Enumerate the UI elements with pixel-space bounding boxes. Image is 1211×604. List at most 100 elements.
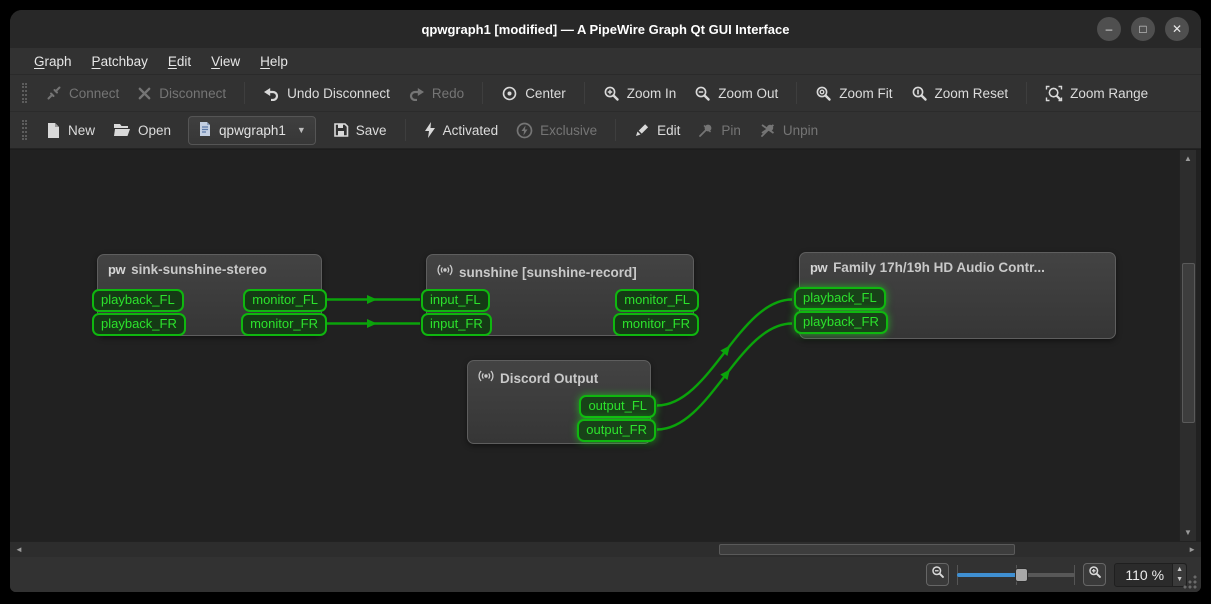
toolbar-separator [244, 82, 246, 104]
edit-pencil-icon [634, 122, 650, 138]
center-icon [501, 85, 518, 102]
zoom-spinbox[interactable]: 110 % ▲ ▼ [1114, 562, 1187, 587]
toolbar-separator [583, 82, 585, 104]
patchbay-file-icon [198, 121, 212, 140]
zoom-in-icon [603, 85, 620, 102]
minimize-button[interactable]: – [1097, 17, 1121, 41]
port-playback_FR[interactable]: playback_FR [92, 313, 186, 336]
port-monitor_FL[interactable]: monitor_FL [615, 289, 699, 312]
toolbar-drag-handle[interactable] [22, 83, 27, 103]
center-button[interactable]: Center [492, 80, 575, 107]
zoom-out-button[interactable]: Zoom Out [685, 80, 787, 107]
connection-arrow-icon [367, 295, 377, 304]
zoom-slider[interactable] [957, 564, 1076, 585]
resize-grip[interactable] [1183, 575, 1197, 589]
save-button[interactable]: Save [324, 117, 396, 143]
zoom-reset-icon [911, 85, 928, 102]
port-monitor_FR[interactable]: monitor_FR [613, 313, 699, 336]
disconnect-button[interactable]: Disconnect [128, 81, 235, 106]
port-playback_FL[interactable]: playback_FL [92, 289, 184, 312]
scroll-down-icon[interactable]: ▼ [1180, 528, 1196, 537]
port-playback_FR[interactable]: playback_FR [794, 311, 888, 334]
exclusive-bolt-icon [516, 122, 533, 139]
patchbay-select[interactable]: qpwgraph1 ▼ [188, 115, 316, 145]
scroll-left-icon[interactable]: ◄ [15, 545, 23, 554]
toolbar-separator [1026, 82, 1028, 104]
unpin-icon [759, 122, 776, 138]
toolbar-separator [482, 82, 484, 104]
open-folder-icon [113, 122, 131, 138]
app-window: qpwgraph1 [modified] — A PipeWire Graph … [10, 10, 1201, 592]
zoom-fit-icon [815, 85, 832, 102]
menu-graph[interactable]: Graph [24, 51, 82, 72]
menu-view[interactable]: View [201, 51, 250, 72]
undo-icon [263, 85, 280, 101]
minimize-icon: – [1105, 22, 1113, 36]
port-monitor_FL[interactable]: monitor_FL [243, 289, 327, 312]
zoom-slider-fill [957, 572, 1022, 577]
vertical-scrollbar[interactable]: ▲ ▼ [1179, 150, 1196, 541]
port-output_FL[interactable]: output_FL [579, 395, 656, 418]
port-input_FL[interactable]: input_FL [421, 289, 490, 312]
toolbar-separator [404, 119, 406, 141]
graph-canvas-area: pw sink-sunshine-stereo playback_FL playbac… [10, 149, 1201, 541]
connections-layer [325, 295, 793, 431]
maximize-button[interactable]: □ [1131, 17, 1155, 41]
graph-toolbar: Connect Disconnect Undo Disconnect Redo … [10, 75, 1201, 112]
statusbar-zoom-out-button[interactable] [926, 563, 950, 586]
zoom-slider-handle[interactable] [1015, 567, 1029, 582]
zoom-in-button[interactable]: Zoom In [594, 80, 686, 107]
scroll-right-icon[interactable]: ► [1188, 545, 1196, 554]
pin-icon [698, 122, 714, 138]
zoom-reset-button[interactable]: Zoom Reset [902, 80, 1018, 107]
statusbar-zoom-in-button[interactable] [1083, 563, 1107, 586]
menu-bar: Graph Patchbay Edit View Help [10, 48, 1201, 75]
new-file-icon [46, 122, 61, 139]
status-bar: 110 % ▲ ▼ [10, 557, 1201, 592]
maximize-icon: □ [1139, 22, 1147, 36]
zoom-in-icon [1088, 565, 1102, 584]
connect-icon [46, 85, 62, 101]
pin-button[interactable]: Pin [689, 117, 750, 143]
menu-help[interactable]: Help [250, 51, 298, 72]
menu-patchbay[interactable]: Patchbay [82, 51, 158, 72]
new-button[interactable]: New [37, 117, 104, 144]
edit-button[interactable]: Edit [625, 117, 689, 143]
zoom-fit-button[interactable]: Zoom Fit [806, 80, 901, 107]
save-icon [333, 122, 349, 138]
undo-disconnect-button[interactable]: Undo Disconnect [254, 80, 399, 106]
horizontal-scrollbar[interactable]: ◄ ► [10, 541, 1201, 557]
unpin-button[interactable]: Unpin [750, 117, 827, 143]
zoom-range-button[interactable]: Zoom Range [1036, 80, 1157, 107]
open-button[interactable]: Open [104, 117, 180, 143]
port-playback_FL[interactable]: playback_FL [794, 287, 886, 310]
zoom-range-icon [1045, 85, 1063, 102]
zoom-value: 110 % [1125, 566, 1165, 583]
spin-down-icon[interactable]: ▼ [1176, 575, 1183, 584]
spin-up-icon[interactable]: ▲ [1176, 565, 1183, 574]
patchbay-toolbar: New Open qpwgraph1 ▼ Save Activated Excl… [10, 112, 1201, 149]
port-output_FR[interactable]: output_FR [577, 419, 656, 442]
close-button[interactable]: ✕ [1165, 17, 1189, 41]
activated-button[interactable]: Activated [415, 117, 508, 143]
redo-icon [408, 85, 425, 101]
close-icon: ✕ [1171, 22, 1183, 36]
redo-button[interactable]: Redo [399, 80, 473, 106]
disconnect-icon [137, 86, 152, 101]
title-bar[interactable]: qpwgraph1 [modified] — A PipeWire Graph … [10, 10, 1201, 48]
vertical-scrollbar-thumb[interactable] [1182, 263, 1195, 423]
exclusive-button[interactable]: Exclusive [507, 117, 606, 144]
port-input_FR[interactable]: input_FR [421, 313, 492, 336]
menu-edit[interactable]: Edit [158, 51, 201, 72]
horizontal-scrollbar-thumb[interactable] [719, 544, 1015, 555]
connect-button[interactable]: Connect [37, 80, 128, 106]
window-title: qpwgraph1 [modified] — A PipeWire Graph … [421, 21, 790, 37]
toolbar-drag-handle[interactable] [22, 120, 27, 140]
port-monitor_FR[interactable]: monitor_FR [241, 313, 327, 336]
scroll-up-icon[interactable]: ▲ [1180, 154, 1196, 163]
graph-canvas[interactable]: pw sink-sunshine-stereo playback_FL playbac… [10, 150, 1179, 541]
toolbar-separator [615, 119, 617, 141]
activated-bolt-icon [424, 122, 436, 138]
window-controls: – □ ✕ [1097, 17, 1189, 41]
patchbay-select-value: qpwgraph1 [219, 122, 286, 138]
